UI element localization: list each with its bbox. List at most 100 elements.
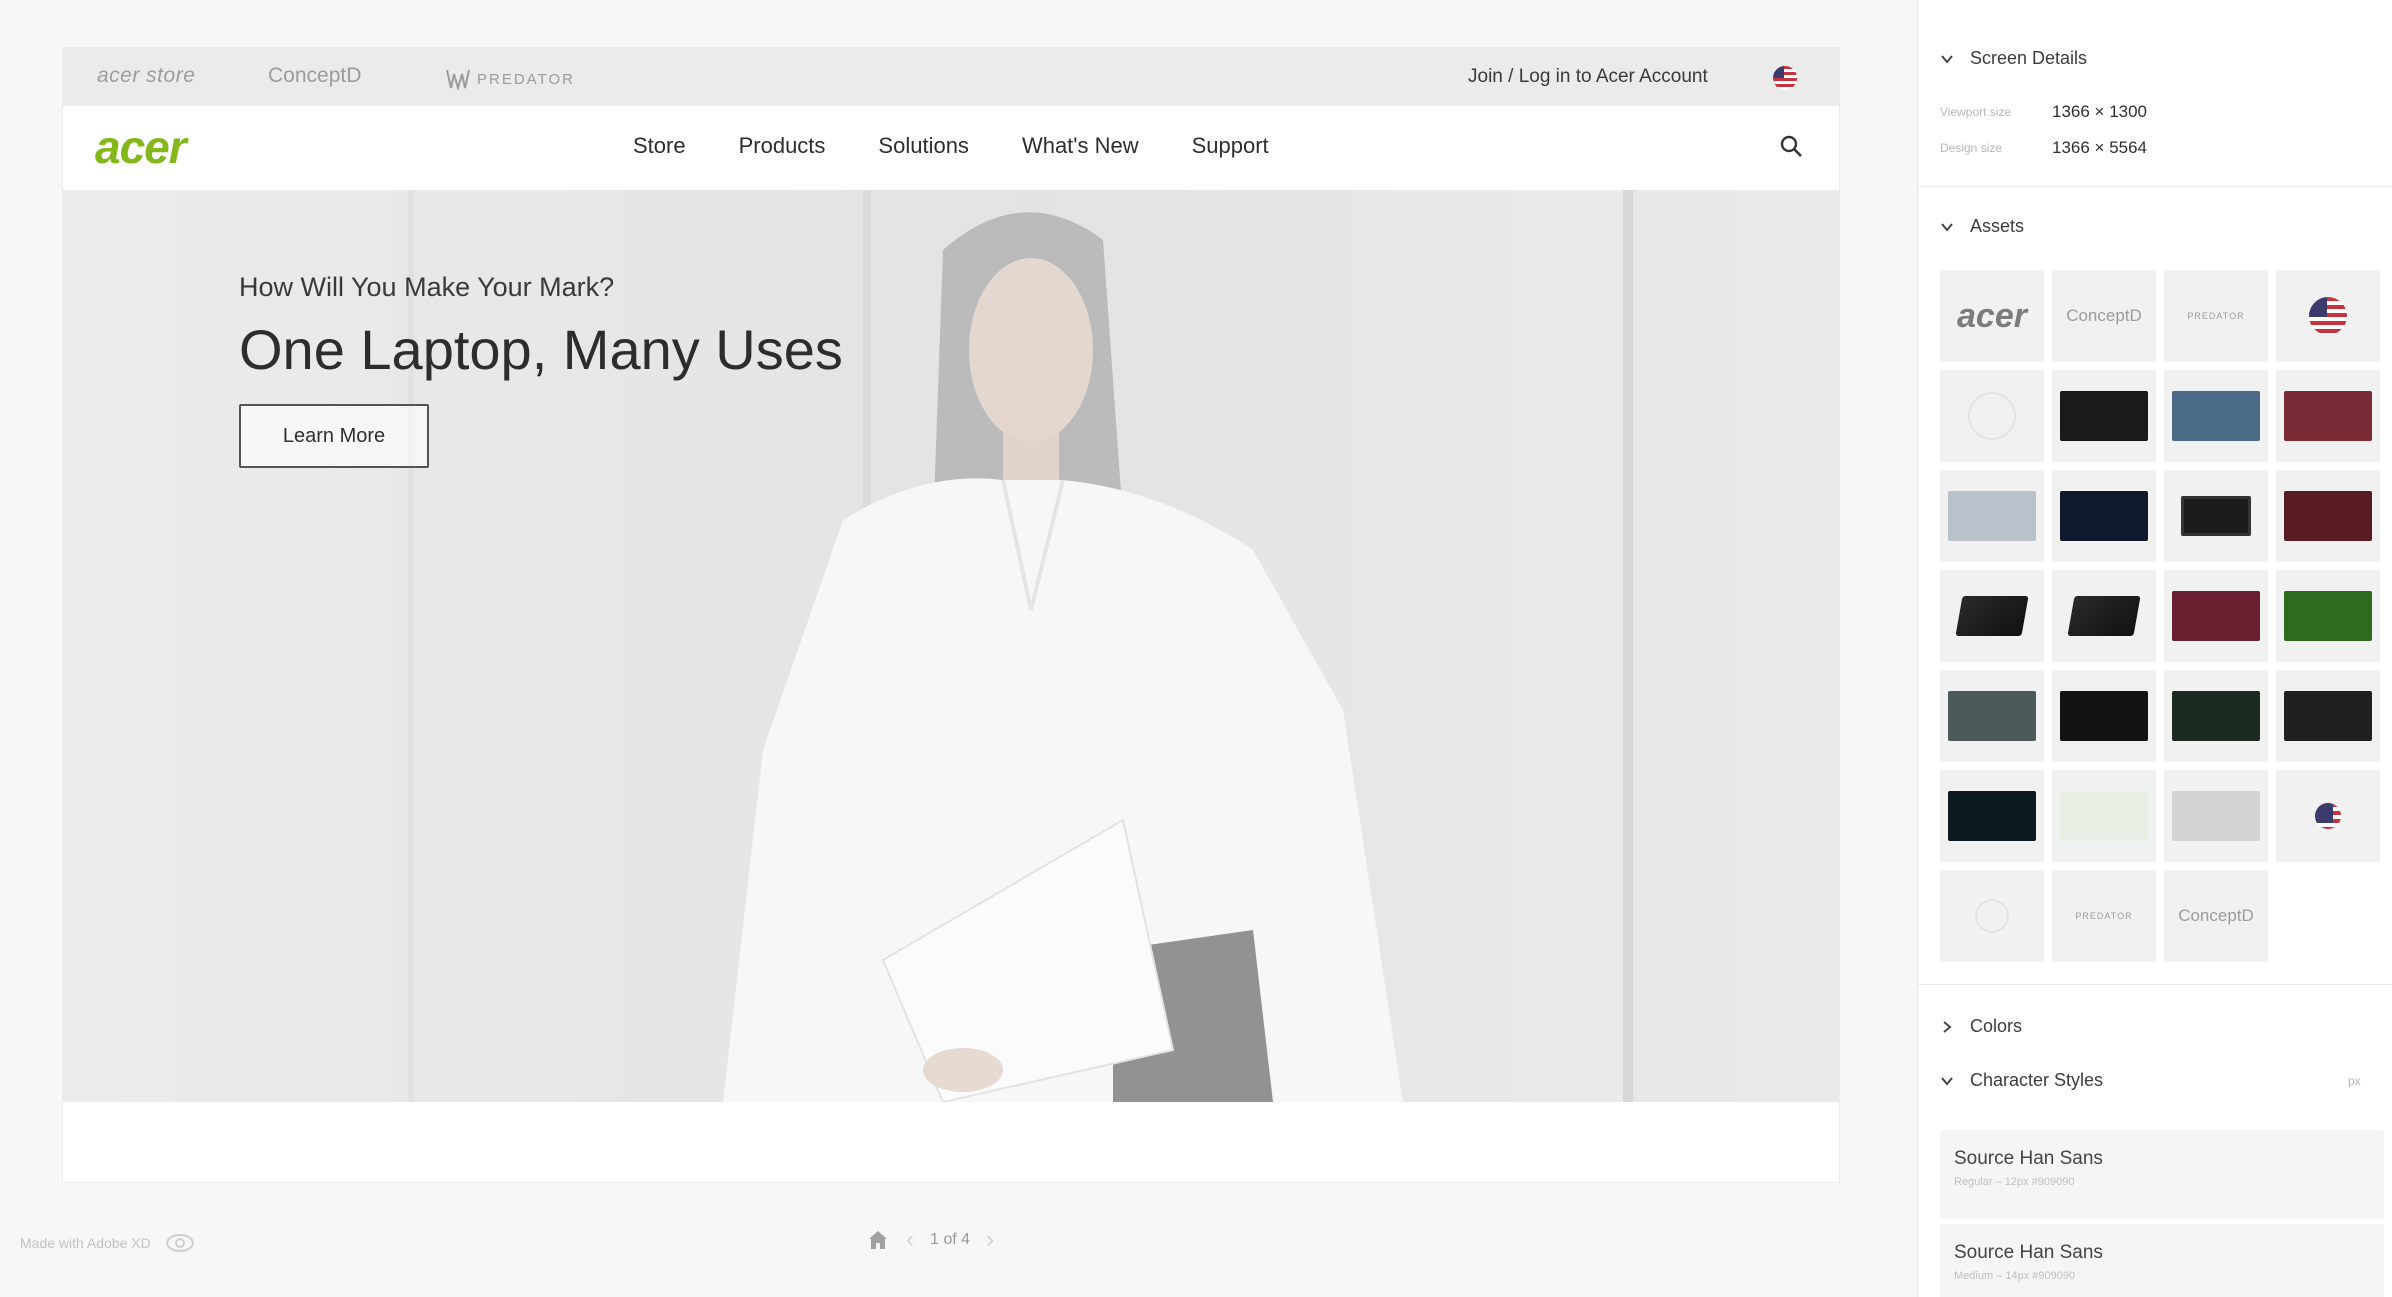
asset-predator-logo: PREDATOR <box>2187 311 2245 321</box>
nav-link-store[interactable]: Store <box>633 133 686 159</box>
asset-thumbnail-image <box>2172 791 2260 841</box>
asset-tile[interactable] <box>2276 670 2380 762</box>
asset-thumbnail-image <box>1948 791 2036 841</box>
us-flag-icon <box>2315 803 2341 829</box>
character-style-card[interactable]: Source Han Sans Regular – 12px #909090 <box>1940 1130 2384 1218</box>
unit-label[interactable]: px <box>2348 1074 2361 1088</box>
asset-tile[interactable]: ConceptD <box>2052 270 2156 362</box>
asset-tile[interactable] <box>1940 770 2044 862</box>
hero-banner: How Will You Make Your Mark? One Laptop,… <box>63 190 1839 1102</box>
utility-bar: acer store ConceptD PREDATOR Join / Log … <box>63 48 1839 106</box>
made-with-adobe-xd[interactable]: Made with Adobe XD <box>20 1232 195 1254</box>
asset-tile[interactable]: acer <box>1940 270 2044 362</box>
design-size-row: Design size 1366 × 5564 <box>1940 138 2147 158</box>
asset-thumbnail-image <box>2060 491 2148 541</box>
asset-tile[interactable] <box>2164 470 2268 562</box>
design-size-label: Design size <box>1940 141 2003 155</box>
character-styles-heading: Character Styles <box>1970 1070 2104 1090</box>
asset-tile[interactable] <box>2276 770 2380 862</box>
asset-thumbnail-image <box>1948 691 2036 741</box>
viewport-size-value: 1366 × 1300 <box>2052 102 2148 121</box>
asset-grid: acer ConceptD PREDATOR PREDATOR ConceptD <box>1940 270 2380 962</box>
asset-tile[interactable] <box>2276 570 2380 662</box>
eye-icon <box>165 1234 194 1252</box>
asset-thumbnail-image <box>2284 691 2372 741</box>
nav-link-support[interactable]: Support <box>1192 133 1269 159</box>
asset-thumbnail-image <box>2284 391 2372 441</box>
chevron-right-icon <box>1943 1020 1952 1033</box>
section-assets[interactable]: Assets <box>1940 216 2024 237</box>
made-with-label: Made with Adobe XD <box>20 1235 151 1251</box>
nav-link-products[interactable]: Products <box>739 133 826 159</box>
hero-copy: How Will You Make Your Mark? One Laptop,… <box>239 272 843 468</box>
us-flag-icon[interactable] <box>1773 66 1797 90</box>
section-character-styles[interactable]: Character Styles <box>1940 1070 2103 1091</box>
asset-monitor-image <box>2181 496 2251 536</box>
chevron-down-icon <box>1941 1076 1953 1086</box>
asset-tile[interactable] <box>2164 670 2268 762</box>
asset-tile[interactable] <box>1940 870 2044 962</box>
home-icon[interactable] <box>866 1228 890 1252</box>
style-meta: Regular – 12px #909090 <box>1954 1176 2075 1188</box>
nav-link-solutions[interactable]: Solutions <box>878 133 969 159</box>
asset-tile[interactable] <box>1940 570 2044 662</box>
asset-tile[interactable] <box>2276 470 2380 562</box>
asset-conceptd-logo: ConceptD <box>2178 906 2254 925</box>
asset-tile[interactable] <box>2052 570 2156 662</box>
brand-link-conceptd[interactable]: ConceptD <box>268 64 361 88</box>
style-meta: Medium – 14px #909090 <box>1954 1270 2076 1282</box>
acer-logo[interactable]: acer <box>95 120 187 174</box>
asset-tile[interactable]: PREDATOR <box>2052 870 2156 962</box>
predator-logo-icon <box>446 69 470 90</box>
design-size-value: 1366 × 5564 <box>2052 138 2148 157</box>
assets-heading: Assets <box>1970 216 2025 236</box>
character-style-card[interactable]: Source Han Sans Medium – 14px #909090 <box>1940 1224 2384 1297</box>
asset-tile[interactable] <box>2164 770 2268 862</box>
predator-label: PREDATOR <box>477 70 575 88</box>
asset-tile[interactable] <box>2052 670 2156 762</box>
asset-tile[interactable] <box>1940 670 2044 762</box>
asset-tile[interactable]: PREDATOR <box>2164 270 2268 362</box>
search-icon[interactable] <box>1779 134 1805 160</box>
hero-kicker: How Will You Make Your Mark? <box>239 272 615 302</box>
asset-tile[interactable]: ConceptD <box>2164 870 2268 962</box>
asset-tile[interactable] <box>2052 470 2156 562</box>
asset-thumbnail-image <box>2172 391 2260 441</box>
asset-thumbnail-image <box>2172 691 2260 741</box>
screen-details-heading: Screen Details <box>1970 48 2088 68</box>
style-font-name: Source Han Sans <box>1954 1148 2103 1169</box>
asset-tile[interactable] <box>2052 770 2156 862</box>
asset-tile[interactable] <box>2276 270 2380 362</box>
page-navigator: ‹ 1 of 4 › <box>866 1226 994 1254</box>
asset-tile[interactable] <box>2052 370 2156 462</box>
viewport-size-label: Viewport size <box>1940 105 2012 119</box>
asset-thumbnail-image <box>2060 391 2148 441</box>
asset-tile[interactable] <box>2164 570 2268 662</box>
us-flag-icon <box>2309 297 2347 335</box>
brand-link-acer-store[interactable]: acer store <box>97 64 195 88</box>
artboard: acer store ConceptD PREDATOR Join / Log … <box>63 48 1839 1182</box>
hero-title: One Laptop, Many Uses <box>239 318 843 381</box>
account-link[interactable]: Join / Log in to Acer Account <box>1468 66 1708 88</box>
asset-thumbnail-image <box>2060 691 2148 741</box>
section-screen-details[interactable]: Screen Details <box>1940 48 2087 69</box>
section-colors[interactable]: Colors <box>1940 1016 2022 1037</box>
asset-tile[interactable] <box>1940 370 2044 462</box>
viewer-canvas: acer store ConceptD PREDATOR Join / Log … <box>0 0 1918 1297</box>
main-navigation: acer Store Products Solutions What's New… <box>63 106 1839 190</box>
page-indicator: 1 of 4 <box>930 1231 971 1248</box>
next-page-icon[interactable]: › <box>986 1226 994 1254</box>
nav-link-whats-new[interactable]: What's New <box>1022 133 1139 159</box>
asset-tile[interactable] <box>2164 370 2268 462</box>
chevron-down-icon <box>1941 222 1953 232</box>
previous-page-icon[interactable]: ‹ <box>906 1226 914 1254</box>
asset-thumbnail-image <box>2284 591 2372 641</box>
brand-link-predator[interactable]: PREDATOR <box>445 68 575 90</box>
asset-tile[interactable] <box>1940 470 2044 562</box>
style-font-name: Source Han Sans <box>1954 1242 2103 1263</box>
circle-icon <box>1968 392 2016 440</box>
learn-more-button[interactable]: Learn More <box>239 404 429 468</box>
viewer-footer: Made with Adobe XD ‹ 1 of 4 › <box>0 1192 1918 1297</box>
asset-conceptd-logo: ConceptD <box>2066 306 2142 325</box>
asset-tile[interactable] <box>2276 370 2380 462</box>
